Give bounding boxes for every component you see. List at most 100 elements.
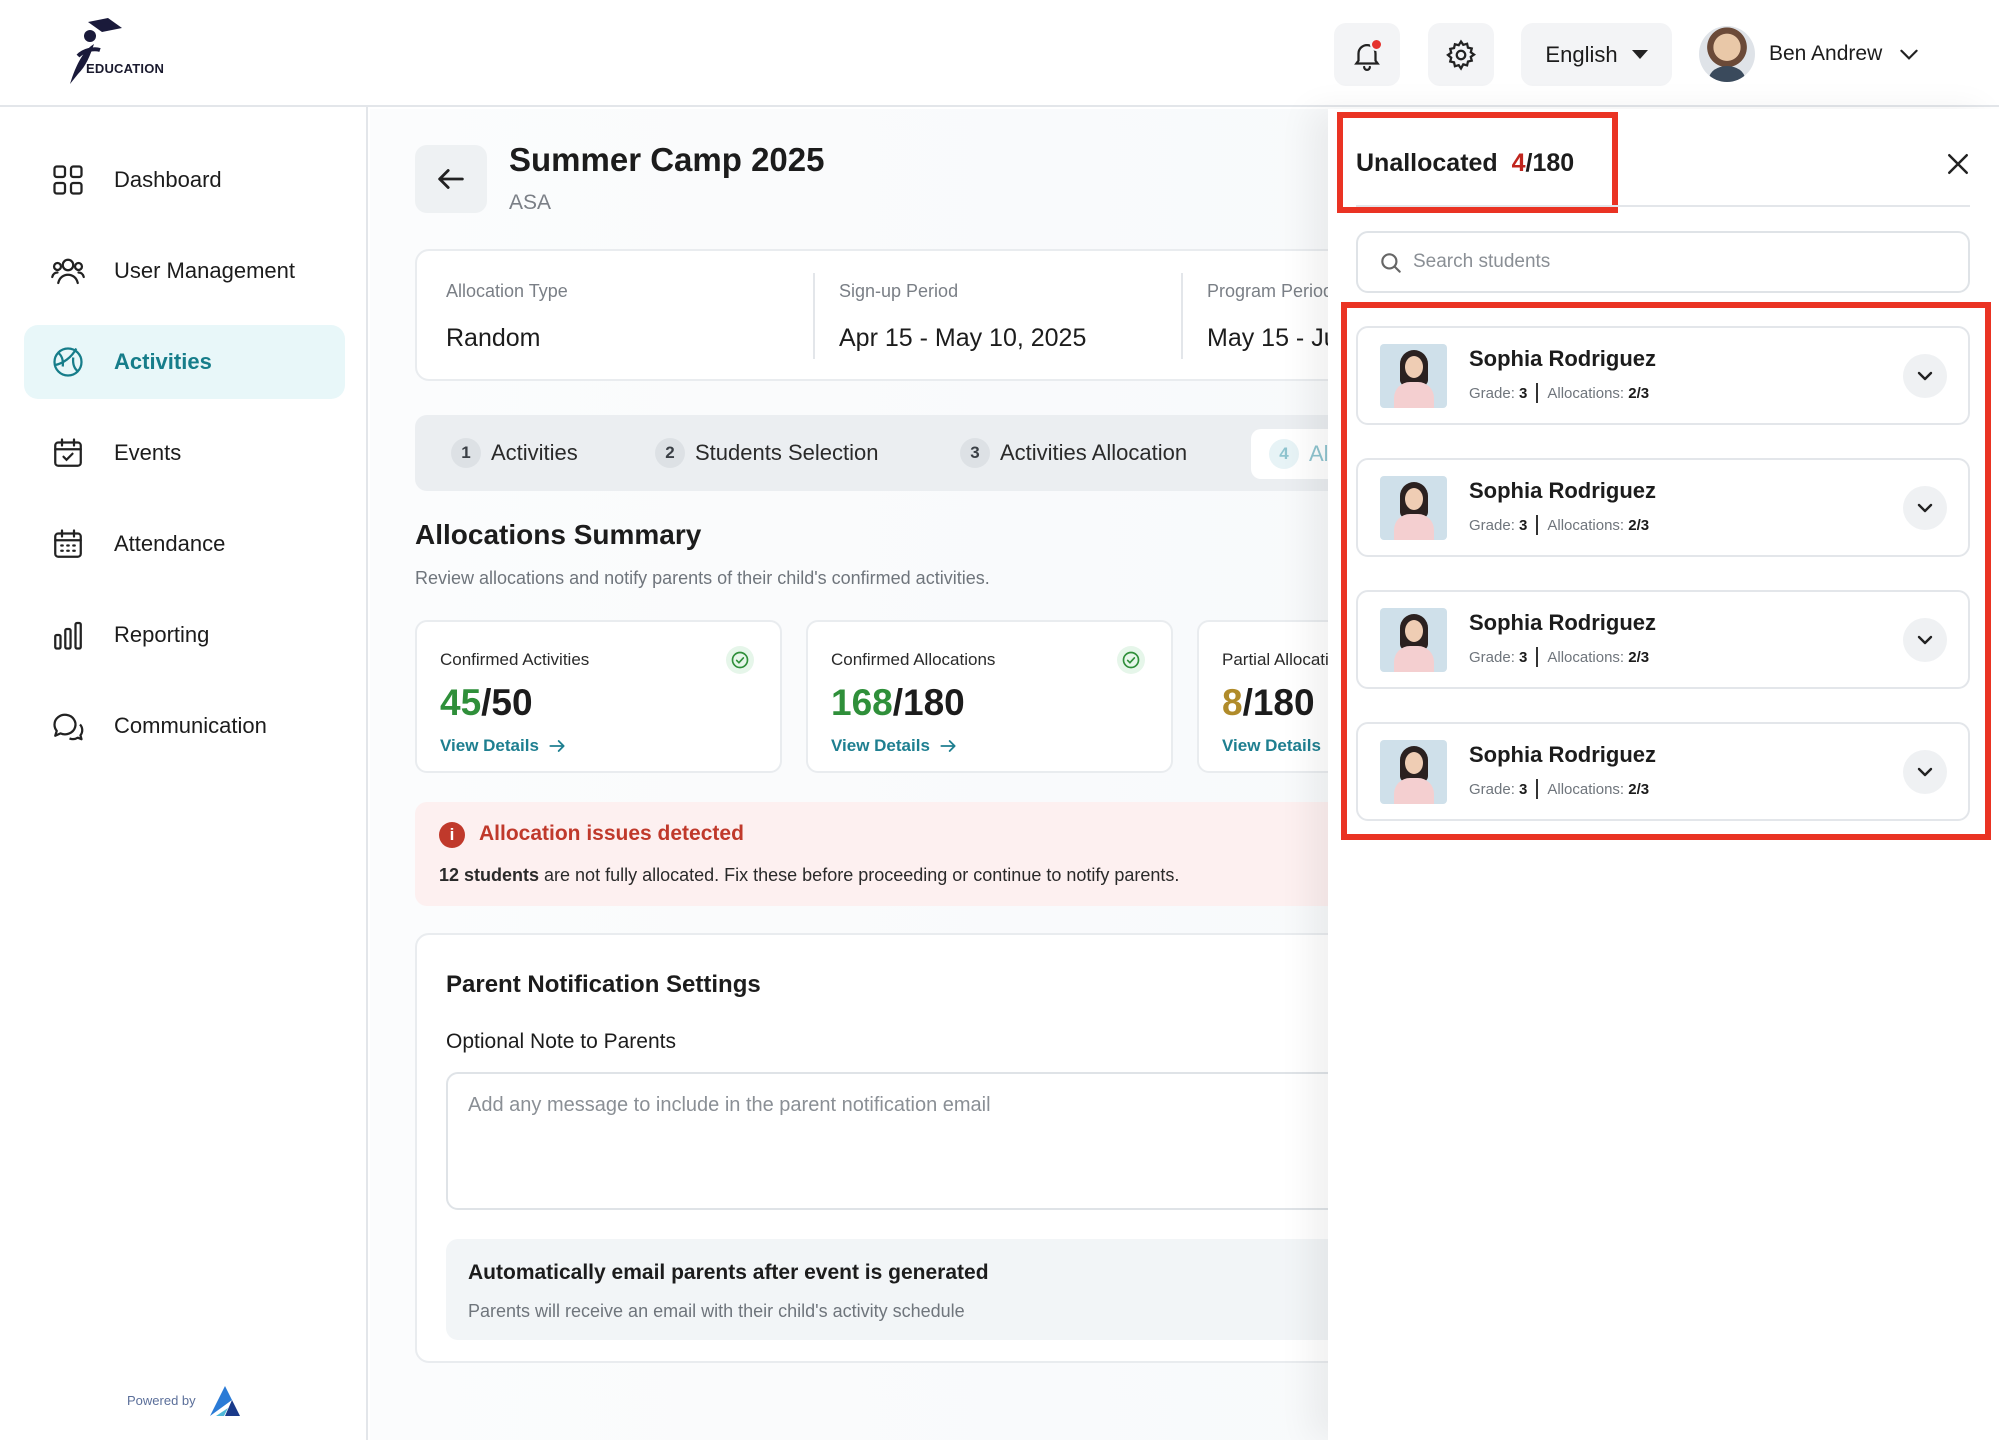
student-photo: [1380, 608, 1447, 672]
stepper: 1 Activities 2 Students Selection 3 Acti…: [415, 415, 1415, 491]
education-logo[interactable]: [50, 14, 180, 94]
arrow-right-icon: [940, 740, 956, 752]
check-circle-icon: [726, 646, 754, 674]
stat-confirmed-activities: Confirmed Activities 45/50 View Details: [415, 620, 782, 773]
chat-icon: [53, 713, 84, 741]
sidebar-item-label: Activities: [114, 349, 212, 374]
student-name: Sophia Rodriguez: [1469, 610, 1656, 635]
stat-confirmed-allocations: Confirmed Allocations 168/180 View Detai…: [806, 620, 1173, 773]
parent-notification-settings: Parent Notification Settings Optional No…: [415, 933, 1415, 1363]
settings-button[interactable]: [1428, 23, 1494, 86]
student-meta: Grade: 3 Allocations: 2/3: [1469, 515, 1650, 535]
sidebar: Dashboard User Management Activities Eve…: [0, 107, 368, 1440]
stat-value: 168/180: [831, 682, 965, 723]
sidebar-item-label: Communication: [114, 713, 267, 738]
note-textarea[interactable]: Add any message to include in the parent…: [446, 1072, 1413, 1210]
student-photo: [1380, 476, 1447, 540]
unallocated-drawer: Unallocated 4/180 Search students Sophia…: [1328, 109, 1999, 1440]
info-circle-icon: i: [439, 822, 465, 848]
close-button[interactable]: [1943, 149, 1973, 179]
student-photo: [1380, 344, 1447, 408]
highlight-box-title: [1337, 112, 1618, 213]
student-card[interactable]: Sophia Rodriguez Grade: 3 Allocations: 2…: [1356, 326, 1970, 425]
avatar: [1699, 26, 1755, 82]
view-details-link[interactable]: View Details: [440, 736, 567, 756]
expand-button[interactable]: [1903, 486, 1947, 530]
step-number: 1: [451, 438, 481, 468]
view-details-link[interactable]: View Details: [831, 736, 958, 756]
student-meta: Grade: 3 Allocations: 2/3: [1469, 383, 1650, 403]
expand-button[interactable]: [1903, 354, 1947, 398]
expand-button[interactable]: [1903, 750, 1947, 794]
program-info-card: Allocation Type Random Sign-up Period Ap…: [415, 249, 1415, 381]
section-title: Allocations Summary: [415, 519, 702, 550]
brand-logo-icon: [209, 1386, 240, 1416]
calendar-check-icon: [54, 438, 82, 467]
note-placeholder: Add any message to include in the parent…: [468, 1094, 991, 1116]
student-photo: [1380, 740, 1447, 804]
auto-email-option[interactable]: Automatically email parents after event …: [446, 1239, 1413, 1340]
student-card[interactable]: Sophia Rodriguez Grade: 3 Allocations: 2…: [1356, 458, 1970, 557]
sidebar-item-label: Events: [114, 440, 182, 465]
caret-down-icon: [1631, 50, 1648, 59]
sidebar-item-dashboard[interactable]: Dashboard: [24, 143, 345, 217]
sidebar-item-label: Attendance: [114, 531, 226, 556]
search-icon: [1381, 253, 1401, 273]
allocation-alert: i Allocation issues detected 12 students…: [415, 802, 1415, 906]
sidebar-item-activities[interactable]: Activities: [24, 325, 345, 399]
step-number: 4: [1269, 439, 1299, 469]
chevron-down-icon: [1917, 371, 1933, 381]
search-input[interactable]: Search students: [1356, 231, 1970, 293]
user-menu[interactable]: Ben Andrew: [1699, 26, 1922, 82]
chevron-down-icon: [1917, 635, 1933, 645]
student-meta: Grade: 3 Allocations: 2/3: [1469, 647, 1650, 667]
logo-text: EDUCATION: [86, 61, 165, 76]
sidebar-item-label: Dashboard: [114, 167, 222, 192]
gear-icon: [1446, 38, 1477, 71]
ball-icon: [53, 347, 83, 377]
stat-value: 45/50: [440, 682, 533, 723]
sidebar-item-communication[interactable]: Communication: [24, 689, 345, 763]
auto-email-title: Automatically email parents after event …: [468, 1261, 989, 1284]
sidebar-item-events[interactable]: Events: [24, 416, 345, 490]
note-label: Optional Note to Parents: [446, 1030, 676, 1053]
bar-chart-icon: [54, 621, 82, 650]
language-label: English: [1545, 41, 1618, 67]
chevron-down-icon: [1917, 767, 1933, 777]
stat-label: Confirmed Activities: [440, 650, 590, 669]
student-name: Sophia Rodriguez: [1469, 346, 1656, 371]
student-card[interactable]: Sophia Rodriguez Grade: 3 Allocations: 2…: [1356, 722, 1970, 821]
language-select[interactable]: English: [1521, 23, 1672, 86]
chevron-down-icon: [1900, 49, 1918, 60]
info-value: Apr 15 - May 10, 2025: [839, 324, 1087, 352]
sidebar-item-user-management[interactable]: User Management: [24, 234, 345, 308]
step-students-selection[interactable]: 2 Students Selection: [655, 415, 878, 491]
alert-title: Allocation issues detected: [479, 822, 744, 845]
sidebar-item-reporting[interactable]: Reporting: [24, 598, 345, 672]
step-activities[interactable]: 1 Activities: [451, 415, 578, 491]
view-details-link[interactable]: View Details: [1222, 736, 1321, 756]
search-placeholder: Search students: [1413, 251, 1551, 272]
notifications-button[interactable]: [1334, 23, 1400, 86]
auto-email-subtitle: Parents will receive an email with their…: [468, 1301, 965, 1321]
student-card[interactable]: Sophia Rodriguez Grade: 3 Allocations: 2…: [1356, 590, 1970, 689]
check-circle-icon: [1117, 646, 1145, 674]
top-header: EDUCATION English Ben Andrew: [0, 0, 1999, 107]
page-subtitle: ASA: [509, 191, 552, 214]
grid-icon: [53, 165, 83, 195]
info-signup-period: Sign-up Period Apr 15 - May 10, 2025: [839, 281, 1086, 353]
powered-by: Powered by: [127, 1382, 244, 1418]
step-label: Activities Allocation: [1000, 440, 1188, 465]
expand-button[interactable]: [1903, 618, 1947, 662]
sidebar-item-attendance[interactable]: Attendance: [24, 507, 345, 581]
divider: [813, 273, 815, 359]
calendar-grid-icon: [54, 529, 82, 558]
powered-by-label: Powered by: [127, 1392, 196, 1408]
step-label: Activities: [491, 440, 578, 465]
back-button[interactable]: [415, 145, 487, 213]
info-allocation-type: Allocation Type Random: [446, 281, 568, 353]
step-activities-allocation[interactable]: 3 Activities Allocation: [960, 415, 1187, 491]
stat-value: 8/180: [1222, 682, 1315, 723]
alert-text: 12 students are not fully allocated. Fix…: [439, 865, 1180, 885]
notification-dot: [1370, 38, 1383, 51]
